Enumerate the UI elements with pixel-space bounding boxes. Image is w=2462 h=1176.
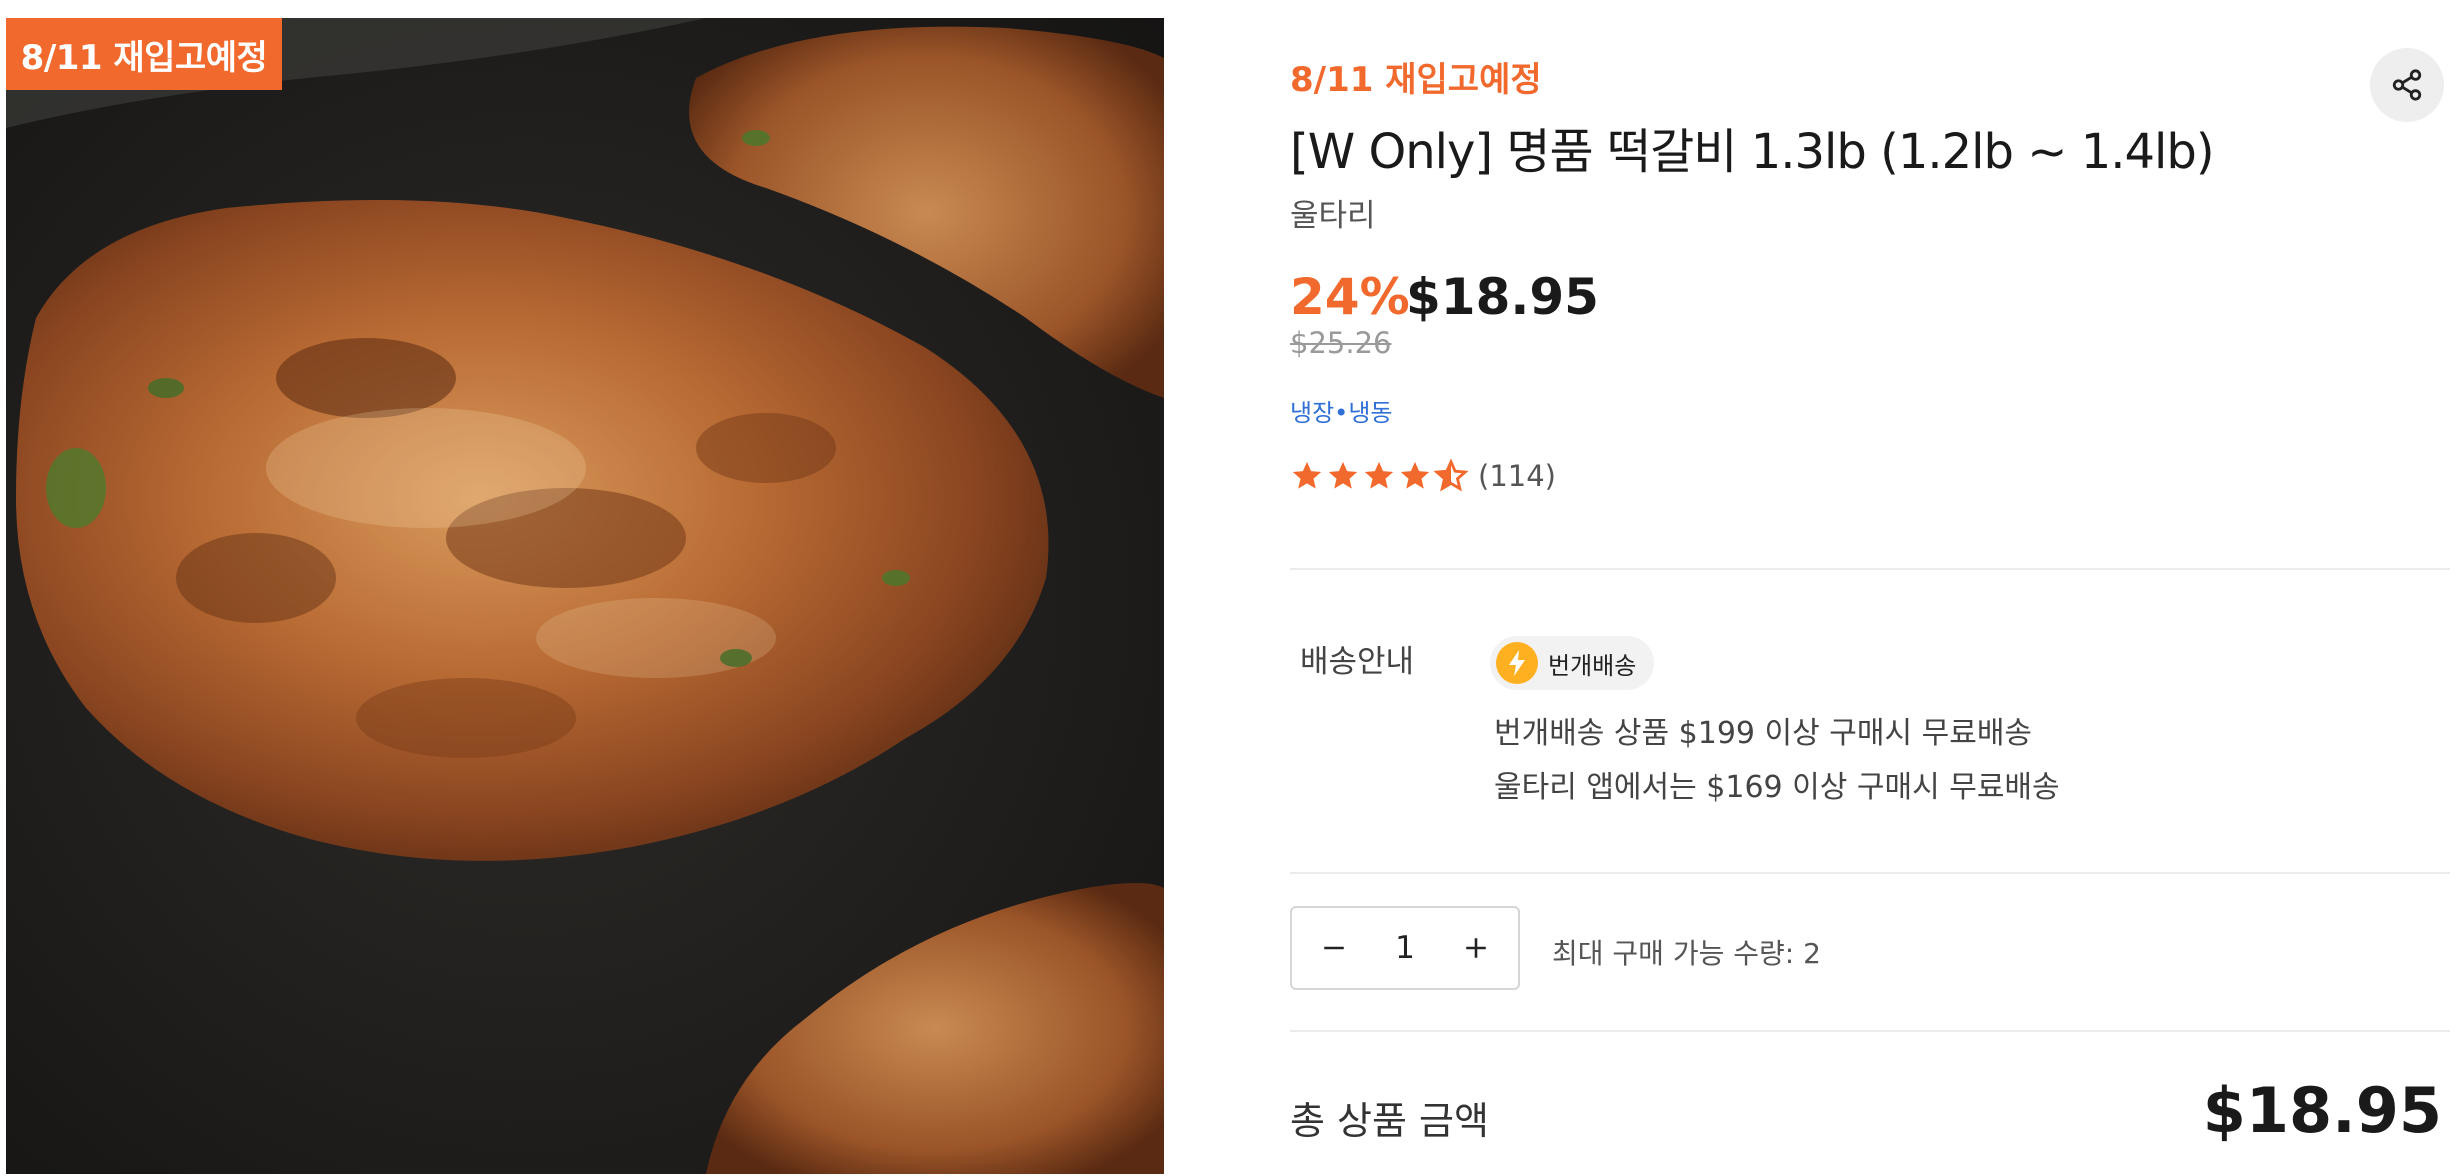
review-count: (114) — [1478, 459, 1556, 493]
product-rating[interactable]: (114) — [1290, 456, 1556, 496]
quantity-value[interactable]: 1 — [1395, 930, 1415, 966]
shipping-label: 배송안내 — [1300, 644, 1415, 680]
star-icon — [1364, 461, 1394, 489]
discount-rate: 24% — [1290, 268, 1410, 326]
brand-name[interactable]: 울타리 — [1290, 190, 1376, 235]
express-delivery-badge: 번개배송 — [1490, 636, 1655, 690]
restock-notice: 8/11 재입고예정 — [1290, 60, 1542, 100]
divider — [1290, 568, 2450, 570]
star-half-icon — [1434, 459, 1468, 492]
product-title: [W Only] 명품 떡갈비 1.3lb (1.2lb ~ 1.4lb) — [1290, 124, 2215, 180]
total-label: 총 상품 금액 — [1290, 1099, 1489, 1143]
plus-icon — [1466, 938, 1486, 958]
restock-badge: 8/11 재입고예정 — [6, 18, 282, 90]
tteokgalbi-photo — [6, 18, 1164, 1174]
star-icon — [1292, 461, 1322, 489]
rating-stars — [1290, 459, 1468, 493]
divider — [1290, 1030, 2450, 1032]
max-quantity-note: 최대 구매 가능 수량: 2 — [1552, 937, 1821, 970]
total-price: $18.95 — [2202, 1074, 2442, 1147]
product-detail-page: 8/11 재입고예정 8/11 재입고예정 [W Only] 명품 떡갈비 1.… — [0, 0, 2462, 1176]
divider — [1290, 872, 2450, 874]
decrease-quantity-button[interactable] — [1316, 930, 1352, 966]
minus-icon — [1324, 946, 1344, 950]
storage-type: 냉장•냉동 — [1290, 399, 1393, 427]
star-icon — [1400, 461, 1430, 489]
shipping-info-line: 번개배송 상품 $199 이상 구매시 무료배송 — [1494, 716, 2033, 751]
star-icon — [1328, 461, 1358, 489]
express-delivery-label: 번개배송 — [1548, 651, 1637, 680]
original-price: $25.26 — [1290, 326, 1392, 360]
lightning-bolt-icon — [1496, 642, 1538, 684]
product-info: 8/11 재입고예정 [W Only] 명품 떡갈비 1.3lb (1.2lb … — [1290, 0, 2450, 1176]
product-image[interactable] — [6, 18, 1164, 1174]
increase-quantity-button[interactable] — [1458, 930, 1494, 966]
share-icon — [2392, 69, 2422, 101]
sale-price: $18.95 — [1406, 268, 1599, 326]
quantity-stepper: 1 — [1290, 906, 1520, 990]
share-button[interactable] — [2370, 48, 2444, 122]
shipping-info-line: 울타리 앱에서는 $169 이상 구매시 무료배송 — [1494, 770, 2060, 805]
